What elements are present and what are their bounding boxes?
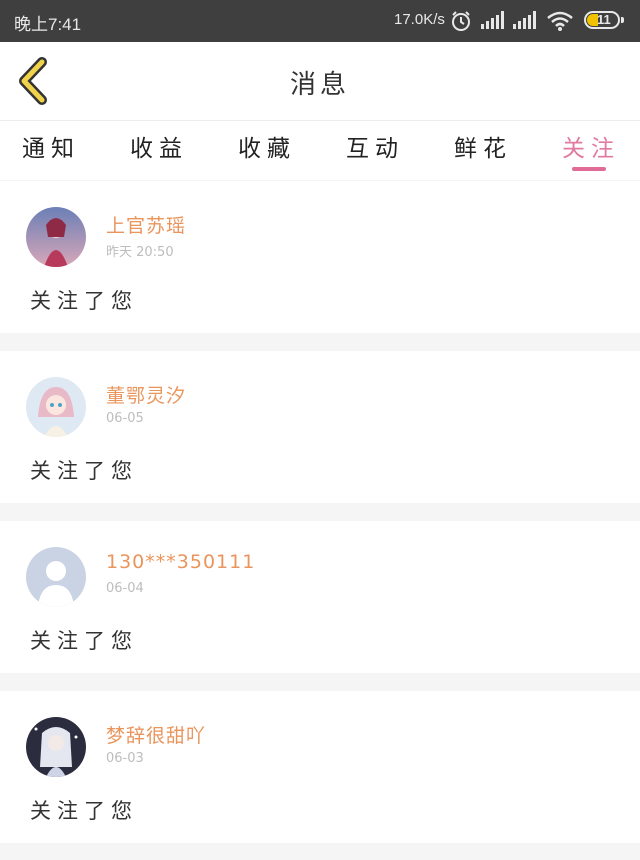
message-text: 关注了您	[30, 289, 138, 313]
active-tab-indicator	[572, 167, 606, 171]
tab-earnings[interactable]: 收益	[114, 129, 204, 163]
message-text: 关注了您	[30, 459, 138, 483]
username[interactable]: 130***350111	[106, 551, 255, 573]
battery-level: 11	[597, 12, 611, 27]
signal-icon-2	[513, 11, 536, 29]
username[interactable]: 梦辞很甜吖	[106, 721, 206, 748]
avatar[interactable]	[26, 377, 86, 437]
message-time: 06-05	[106, 411, 144, 426]
message-time: 06-04	[106, 581, 144, 596]
message-text: 关注了您	[30, 629, 138, 653]
user-avatar-image	[26, 717, 86, 777]
message-text: 关注了您	[30, 799, 138, 823]
signal-icon	[481, 11, 504, 29]
alarm-icon	[452, 11, 470, 31]
username[interactable]: 董鄂灵汐	[106, 381, 186, 408]
avatar[interactable]	[26, 207, 86, 267]
header-bar: 消息	[0, 42, 640, 120]
page-title: 消息	[289, 70, 350, 100]
user-avatar-image	[26, 377, 86, 437]
network-speed: 17.0K/s	[394, 11, 445, 28]
wifi-icon	[547, 11, 573, 31]
user-avatar-image	[26, 207, 86, 267]
tab-bar: 通知 收益 收藏 互动 鲜花 关注	[0, 120, 640, 180]
list-item[interactable]: 梦辞很甜吖 06-03 关注了您	[0, 691, 640, 843]
message-time: 昨天 20:50	[106, 245, 174, 260]
avatar[interactable]	[26, 717, 86, 777]
tab-favorites[interactable]: 收藏	[222, 129, 312, 163]
list-item[interactable]: 董鄂灵汐 06-05 关注了您	[0, 351, 640, 503]
status-time: 晚上7:41	[14, 15, 82, 34]
tab-notifications[interactable]: 通知	[6, 129, 96, 163]
battery-icon: 11	[584, 11, 624, 29]
username[interactable]: 上官苏瑶	[106, 211, 186, 238]
default-avatar-icon	[26, 547, 86, 607]
message-time: 06-03	[106, 751, 144, 766]
status-bar: 晚上7:41 17.0K/s 11	[0, 0, 640, 42]
list-item[interactable]: 130***350111 06-04 关注了您	[0, 521, 640, 673]
tab-flowers[interactable]: 鲜花	[438, 129, 528, 163]
list-item[interactable]: 上官苏瑶 昨天 20:50 关注了您	[0, 181, 640, 333]
avatar[interactable]	[26, 547, 86, 607]
tab-following[interactable]: 关注	[546, 129, 636, 163]
tab-interactions[interactable]: 互动	[330, 129, 420, 163]
